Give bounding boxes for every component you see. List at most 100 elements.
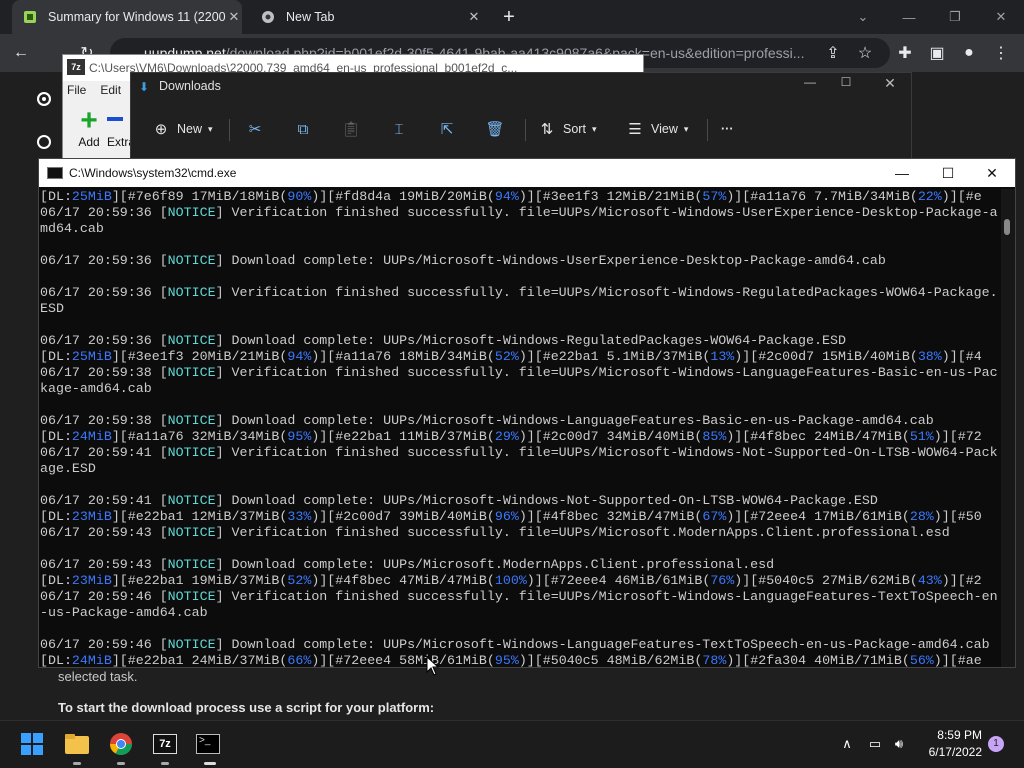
console-text: )][#2c00d7 15MiB/40MiB(	[734, 349, 918, 364]
close-icon[interactable]: ✕	[978, 0, 1024, 34]
console-line: [DL:24MiB][#e22ba1 24MiB/37MiB(66%)][#72…	[40, 653, 1001, 667]
progress-value: 24MiB	[71, 653, 112, 667]
progress-value: 29%	[494, 429, 519, 444]
share-button[interactable]: ⇱	[437, 117, 457, 141]
scissors-icon: ✂	[248, 121, 262, 138]
progress-value: 25MiB	[71, 189, 112, 204]
back-icon[interactable]: ←	[8, 40, 34, 66]
close-icon[interactable]: ✕	[969, 159, 1015, 187]
bookmark-star-icon[interactable]: ☆	[852, 40, 878, 66]
profile-icon[interactable]: ●	[956, 40, 982, 66]
progress-value: 38%	[917, 349, 942, 364]
maximize-icon[interactable]: ☐	[925, 159, 971, 187]
delete-button[interactable]: 🗑︎	[485, 117, 505, 141]
minimize-icon[interactable]: —	[795, 75, 825, 89]
sort-button[interactable]: ⇅ Sort ▾	[537, 117, 597, 141]
rename-icon: ⌶	[394, 120, 404, 138]
progress-value: 100%	[494, 573, 527, 588]
paste-button[interactable]: 📋︎	[341, 117, 361, 141]
console-text: )][#4	[941, 349, 982, 364]
close-tab-icon[interactable]: ✕	[466, 9, 482, 25]
console-text: 06/17 20:59:38 [	[40, 365, 168, 380]
console-text: ] Verification finished successfully. fi…	[215, 365, 998, 380]
minimize-icon[interactable]: —	[879, 159, 925, 187]
notice-tag: NOTICE	[167, 285, 216, 300]
network-icon[interactable]: ▭	[866, 736, 884, 752]
radio-selected[interactable]	[37, 92, 51, 106]
file-explorer-taskbar-button[interactable]	[61, 728, 93, 760]
clock-date[interactable]: 6/17/2022	[912, 745, 982, 759]
rename-button[interactable]: ⌶	[389, 117, 409, 141]
add-label: Add	[78, 135, 100, 149]
menu-edit[interactable]: Edit	[100, 83, 121, 103]
view-button[interactable]: ☰ View ▾	[625, 117, 688, 141]
copy-button[interactable]: ⧉	[293, 117, 313, 141]
volume-icon[interactable]: 🔊︎	[890, 736, 908, 752]
start-button[interactable]	[16, 728, 48, 760]
console-text: -us-Package-amd64.cab	[40, 605, 208, 620]
notification-badge[interactable]: 1	[988, 736, 1004, 752]
radio-option[interactable]	[37, 135, 51, 149]
sort-label: Sort	[563, 122, 586, 136]
clock-time[interactable]: 8:59 PM	[912, 728, 982, 742]
more-options-button[interactable]: ···	[721, 117, 734, 141]
console-text: ][#e22ba1 12MiB/37MiB(	[111, 509, 288, 524]
tab-search-icon[interactable]: ⌄	[840, 0, 886, 34]
windows-logo-icon	[21, 733, 43, 755]
chevron-up-icon[interactable]: ∧	[838, 736, 856, 752]
console-output[interactable]: [DL:25MiB][#7e6f89 17MiB/18MiB(90%)][#fd…	[39, 189, 1001, 667]
notice-tag: NOTICE	[167, 557, 216, 572]
progress-value: 22%	[917, 189, 942, 204]
console-line: 06/17 20:59:43 [NOTICE] Download complet…	[40, 557, 1001, 573]
cut-button[interactable]: ✂	[245, 117, 265, 141]
console-text: ] Verification finished successfully. fi…	[215, 589, 998, 604]
tab-new-tab[interactable]: New Tab ✕	[250, 0, 482, 34]
close-tab-icon[interactable]: ✕	[226, 9, 242, 25]
console-text: )][#50	[933, 509, 982, 524]
console-text: )][#4f8bec 24MiB/47MiB(	[726, 429, 910, 444]
view-label: View	[651, 122, 678, 136]
cmd-taskbar-button[interactable]: >_	[192, 728, 224, 760]
console-text: ][#e22ba1 24MiB/37MiB(	[111, 653, 288, 667]
progress-value: 78%	[702, 653, 727, 667]
console-text: 06/17 20:59:43 [	[40, 557, 168, 572]
7zip-taskbar-button[interactable]: 7z	[149, 728, 181, 760]
share-icon[interactable]: ⇪	[820, 40, 846, 66]
plus-circle-icon: ⊕	[154, 121, 168, 138]
console-text: )][#ae	[933, 653, 982, 667]
running-indicator	[161, 762, 169, 765]
progress-value: 85%	[702, 429, 727, 444]
console-text: kage-amd64.cab	[40, 381, 152, 396]
console-text: ] Download complete: UUPs/Microsoft-Wind…	[215, 333, 846, 348]
console-line: 06/17 20:59:36 [NOTICE] Verification fin…	[40, 285, 1001, 301]
toolbar-divider	[707, 119, 708, 141]
console-line: 06/17 20:59:43 [NOTICE] Verification fin…	[40, 525, 1001, 541]
restore-icon[interactable]: ❐	[932, 0, 978, 34]
console-line: 06/17 20:59:36 [NOTICE] Verification fin…	[40, 205, 1001, 221]
console-text: md64.cab	[40, 221, 104, 236]
console-text: ] Verification finished successfully. fi…	[215, 525, 950, 540]
maximize-icon[interactable]: ☐	[831, 75, 861, 89]
add-button[interactable]: + Add	[69, 106, 109, 150]
progress-value: 90%	[287, 189, 312, 204]
menu-icon[interactable]: ⋮	[988, 40, 1014, 66]
console-text: )][#4f8bec 32MiB/47MiB(	[518, 509, 703, 524]
scrollbar-thumb[interactable]	[1004, 219, 1010, 235]
chrome-taskbar-button[interactable]	[105, 728, 137, 760]
notice-tag: NOTICE	[167, 333, 216, 348]
side-panel-icon[interactable]: ▣	[924, 40, 950, 66]
progress-value: 24MiB	[71, 429, 112, 444]
new-button[interactable]: ⊕ New ▾	[151, 117, 213, 141]
console-text: )][#2c00d7 34MiB/40MiB(	[518, 429, 703, 444]
console-scrollbar[interactable]	[1001, 189, 1015, 667]
console-line: [DL:25MiB][#3ee1f3 20MiB/21MiB(94%)][#a1…	[40, 349, 1001, 365]
minimize-icon[interactable]: —	[886, 0, 932, 34]
menu-file[interactable]: File	[67, 83, 86, 103]
new-tab-button[interactable]: +	[496, 4, 522, 30]
tab-uupdump-summary[interactable]: Summary for Windows 11 (22000 ✕	[12, 0, 242, 34]
console-text: )][#72eee4 17MiB/61MiB(	[726, 509, 910, 524]
close-icon[interactable]: ✕	[875, 75, 905, 92]
extensions-icon[interactable]: ✚	[892, 40, 918, 66]
console-line: 06/17 20:59:46 [NOTICE] Verification fin…	[40, 589, 1001, 605]
progress-value: 94%	[287, 349, 312, 364]
